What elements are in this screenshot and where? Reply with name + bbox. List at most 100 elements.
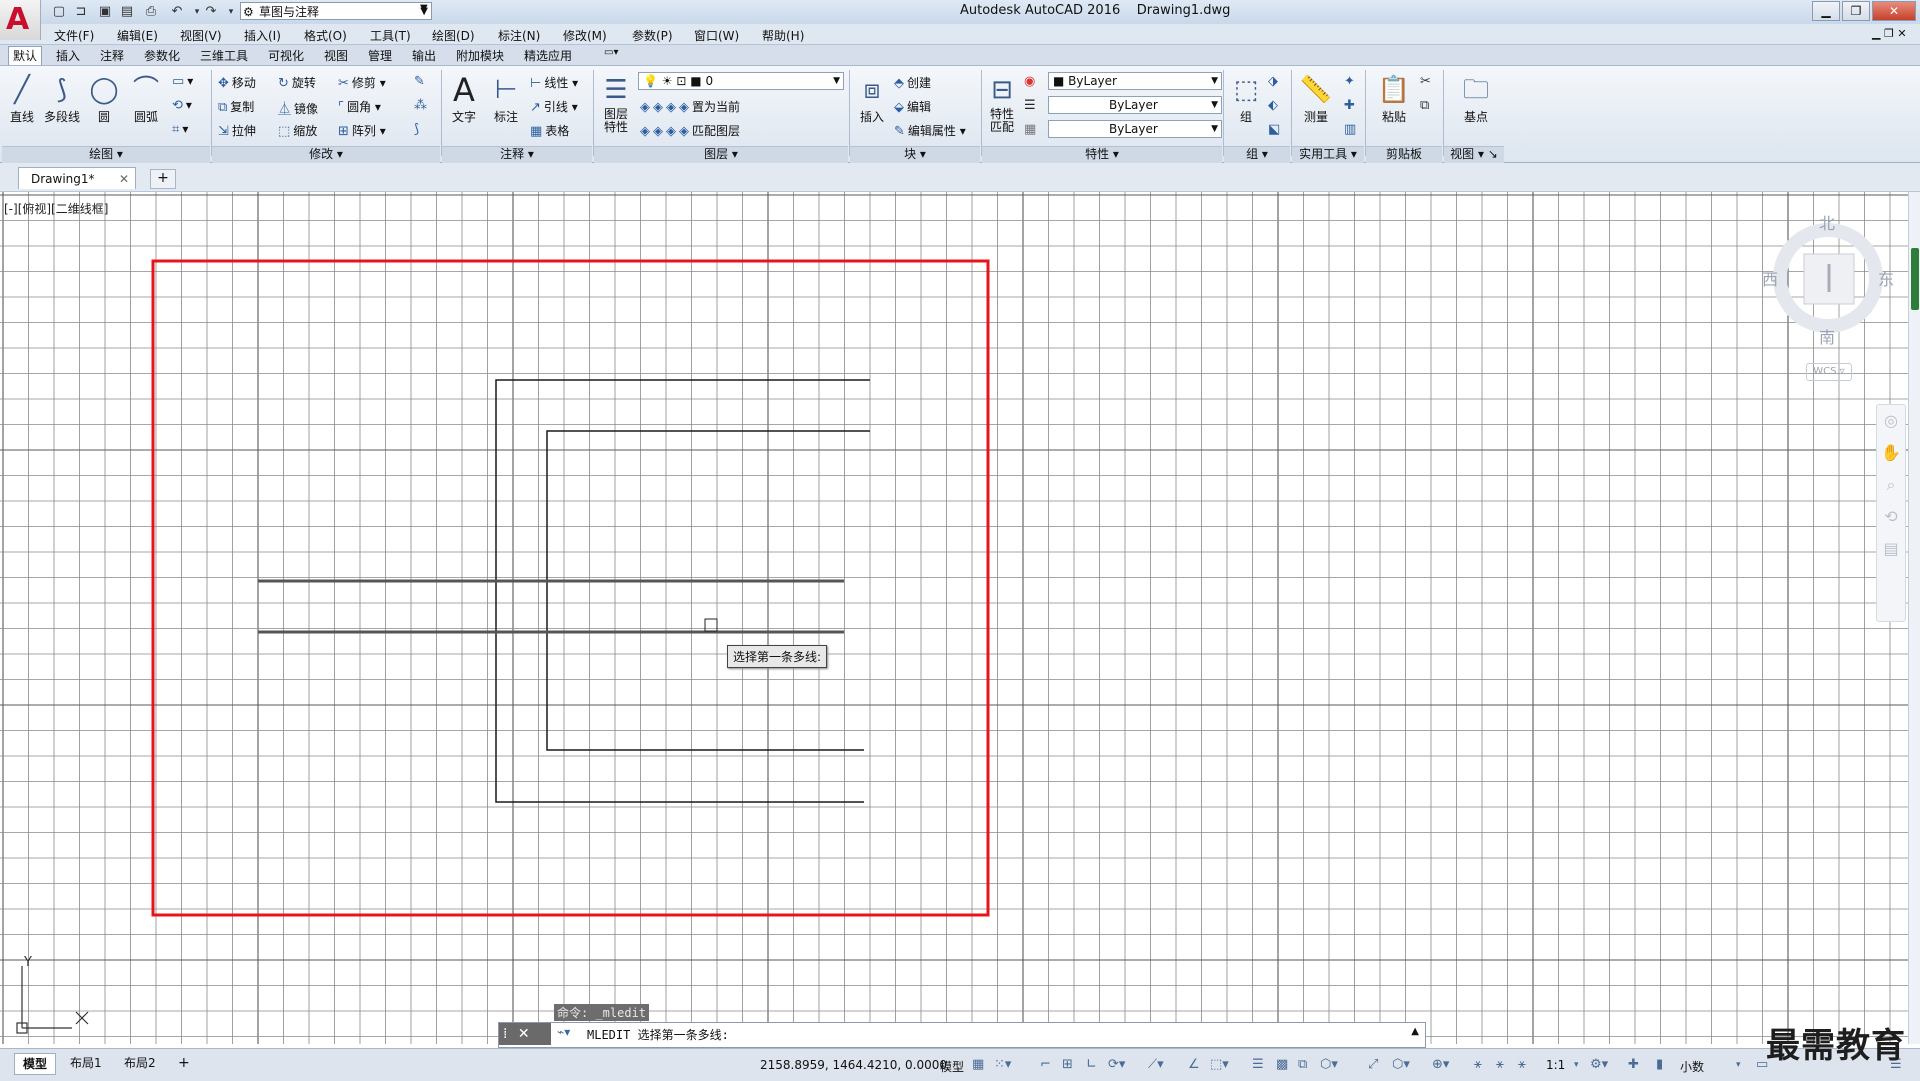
tab-3d-tools[interactable]: 三维工具	[196, 47, 252, 64]
workspace-selector[interactable]: ⚙ 草图与注释 ▼	[240, 2, 432, 20]
stretch-button[interactable]: ⇲ 拉伸	[218, 122, 256, 139]
showmotion-icon[interactable]: ▤	[1877, 533, 1905, 565]
tab-annotate[interactable]: 注释	[96, 47, 128, 64]
polar-icon[interactable]: ⟳▾	[1108, 1057, 1125, 1072]
steering-wheel-icon[interactable]: ◎	[1877, 405, 1905, 437]
minimize-button[interactable]: ▁	[1812, 1, 1840, 21]
auto-scale-icon[interactable]: ⚹	[1496, 1057, 1504, 1072]
group-button[interactable]: ⬚ 组	[1226, 72, 1266, 125]
offset-button[interactable]: ⟆	[414, 122, 422, 137]
measure-button[interactable]: 📏 测量	[1296, 72, 1336, 125]
linetype-dropdown[interactable]: ByLayer ▼	[1048, 96, 1222, 114]
viewcube[interactable]	[1773, 223, 1883, 333]
mirror-button[interactable]: ⏅ 镜像	[278, 98, 318, 117]
layer-properties-button[interactable]: ☰ 图层 特性	[596, 72, 636, 134]
workspace-gear-icon[interactable]: ⚙▾	[1590, 1057, 1608, 1072]
close-icon[interactable]: ✕	[518, 1026, 530, 1042]
hatch-tool-button[interactable]: ⟲ ▾	[172, 98, 192, 113]
panel-title-layers[interactable]: 图层 ▾	[594, 146, 848, 163]
circle-tool-button[interactable]: ◯ 圆	[84, 72, 124, 125]
tab-visualize[interactable]: 可视化	[264, 47, 308, 64]
infer-constraints-icon[interactable]: ⌐	[1040, 1057, 1051, 1072]
color-wheel-icon[interactable]: ◉	[1024, 74, 1038, 89]
viewport-controls-label[interactable]: [-][俯视][二维线框]	[4, 200, 108, 217]
menu-modify[interactable]: 修改(M)	[563, 27, 607, 44]
array-button[interactable]: ⊞ 阵列 ▾	[338, 122, 386, 139]
menu-dimension[interactable]: 标注(N)	[498, 27, 540, 44]
erase-button[interactable]: ✎	[414, 74, 428, 89]
open-file-icon[interactable]: ⊐	[72, 3, 90, 21]
navigation-bar[interactable]: ◎ ✋ ⌕ ⟲ ▤	[1876, 404, 1906, 622]
insert-block-button[interactable]: ⧈ 插入	[852, 72, 892, 125]
chevron-down-icon[interactable]: ▾	[1736, 1060, 1741, 1070]
panel-title-groups[interactable]: 组 ▾	[1224, 146, 1290, 163]
orbit-icon[interactable]: ⟲	[1877, 501, 1905, 533]
group-edit-icon[interactable]: ⬖	[1268, 98, 1281, 113]
menu-format[interactable]: 格式(O)	[304, 27, 347, 44]
panel-title-draw[interactable]: 绘图 ▾	[2, 146, 210, 163]
dynamic-input-icon[interactable]: ⊞	[1062, 1057, 1073, 1072]
tab-layout2[interactable]: 布局2	[116, 1053, 164, 1073]
transparency-status-icon[interactable]: ▩	[1276, 1057, 1288, 1072]
quick-access-dropdown-icon[interactable]: ▼	[420, 3, 428, 14]
calculator-icon[interactable]: ▥	[1344, 122, 1359, 137]
units-icon[interactable]: ▮	[1656, 1057, 1663, 1072]
rotate-button[interactable]: ↻ 旋转	[278, 74, 316, 91]
copy-button[interactable]: ⧉ 复制	[218, 98, 254, 115]
coordinate-readout[interactable]: 2158.8959, 1464.4210, 0.0000	[760, 1058, 947, 1072]
text-tool-button[interactable]: A 文字	[444, 72, 484, 125]
undo-icon[interactable]: ↶	[168, 3, 186, 21]
tab-manage[interactable]: 管理	[364, 47, 396, 64]
tab-output[interactable]: 输出	[408, 47, 440, 64]
annotation-scale[interactable]: 1:1	[1546, 1058, 1565, 1072]
ortho-icon[interactable]: ∟	[1086, 1057, 1097, 1072]
menu-draw[interactable]: 绘图(D)	[432, 27, 475, 44]
3d-osnap-icon[interactable]: ⬡▾	[1320, 1057, 1338, 1072]
copy-clip-icon[interactable]: ⧉	[1420, 98, 1432, 113]
file-tab-drawing1[interactable]: Drawing1* ✕	[18, 167, 136, 189]
tab-parametric[interactable]: 参数化	[140, 47, 184, 64]
panel-title-clipboard[interactable]: 剪贴板	[1366, 146, 1442, 163]
print-icon[interactable]: ⎙	[142, 3, 160, 21]
drawing-canvas[interactable]: Y	[0, 192, 1908, 1044]
panel-title-modify[interactable]: 修改 ▾	[212, 146, 440, 163]
grid-icon[interactable]: ▦	[972, 1057, 984, 1072]
leader-button[interactable]: ↗ 引线 ▾	[530, 98, 578, 115]
id-point-icon[interactable]: ✚	[1344, 98, 1358, 113]
arc-tool-button[interactable]: ⌒ 圆弧	[126, 72, 166, 125]
menu-view[interactable]: 视图(V)	[180, 27, 222, 44]
rectangle-tool-button[interactable]: ▭ ▾	[172, 74, 193, 89]
chevron-up-icon[interactable]: ▲	[1411, 1026, 1419, 1037]
tab-view[interactable]: 视图	[320, 47, 352, 64]
move-button[interactable]: ✥ 移动	[218, 74, 256, 91]
group-select-icon[interactable]: ⬕	[1268, 122, 1283, 137]
panel-title-annotation[interactable]: 注释 ▾	[442, 146, 592, 163]
doc-window-controls[interactable]: ▁ ❐ ✕	[1872, 27, 1907, 40]
snap-icon[interactable]: ⁙▾	[994, 1057, 1011, 1072]
cut-icon[interactable]: ✂	[1420, 74, 1434, 89]
menu-parametric[interactable]: 参数(P)	[632, 27, 673, 44]
scale-button[interactable]: ⬚ 缩放	[278, 122, 317, 139]
object-snap-icon[interactable]: ⬚▾	[1210, 1057, 1229, 1072]
chevron-down-icon[interactable]: ▾	[1574, 1060, 1579, 1070]
panel-title-properties[interactable]: 特性 ▾	[982, 146, 1222, 163]
menu-file[interactable]: 文件(F)	[54, 27, 94, 44]
fillet-button[interactable]: ⌜ 圆角 ▾	[338, 98, 381, 115]
new-file-icon[interactable]: ▢	[50, 3, 68, 21]
dimension-tool-button[interactable]: ⊢ 标注	[486, 72, 526, 125]
menu-edit[interactable]: 编辑(E)	[117, 27, 158, 44]
quick-select-icon[interactable]: ✦	[1344, 74, 1358, 89]
ribbon-minimize-icon[interactable]: ▭▾	[600, 47, 622, 58]
base-view-button[interactable]: 🗀 基点	[1456, 72, 1496, 125]
selection-filter-icon[interactable]: ⬡▾	[1392, 1057, 1410, 1072]
vertical-scrollbar[interactable]	[1908, 192, 1920, 1044]
layer-dropdown[interactable]: 💡 ☀ ⊡ ■ 0 ▼	[638, 72, 844, 90]
lineweight-status-icon[interactable]: ☰	[1252, 1057, 1264, 1072]
trim-button[interactable]: ✂ 修剪 ▾	[338, 74, 386, 91]
tab-home[interactable]: 默认	[8, 46, 43, 65]
linear-dim-button[interactable]: ⊢ 线性 ▾	[530, 74, 578, 91]
grip-icon[interactable]: ⁞	[503, 1026, 507, 1042]
command-line[interactable]: ⁞ ✕ 🔧 ⌁▾ MLEDIT 选择第一条多线: ▲	[498, 1022, 1426, 1064]
panel-title-view[interactable]: 视图 ▾ ↘	[1444, 146, 1504, 163]
scrollbar-thumb[interactable]	[1911, 248, 1919, 310]
